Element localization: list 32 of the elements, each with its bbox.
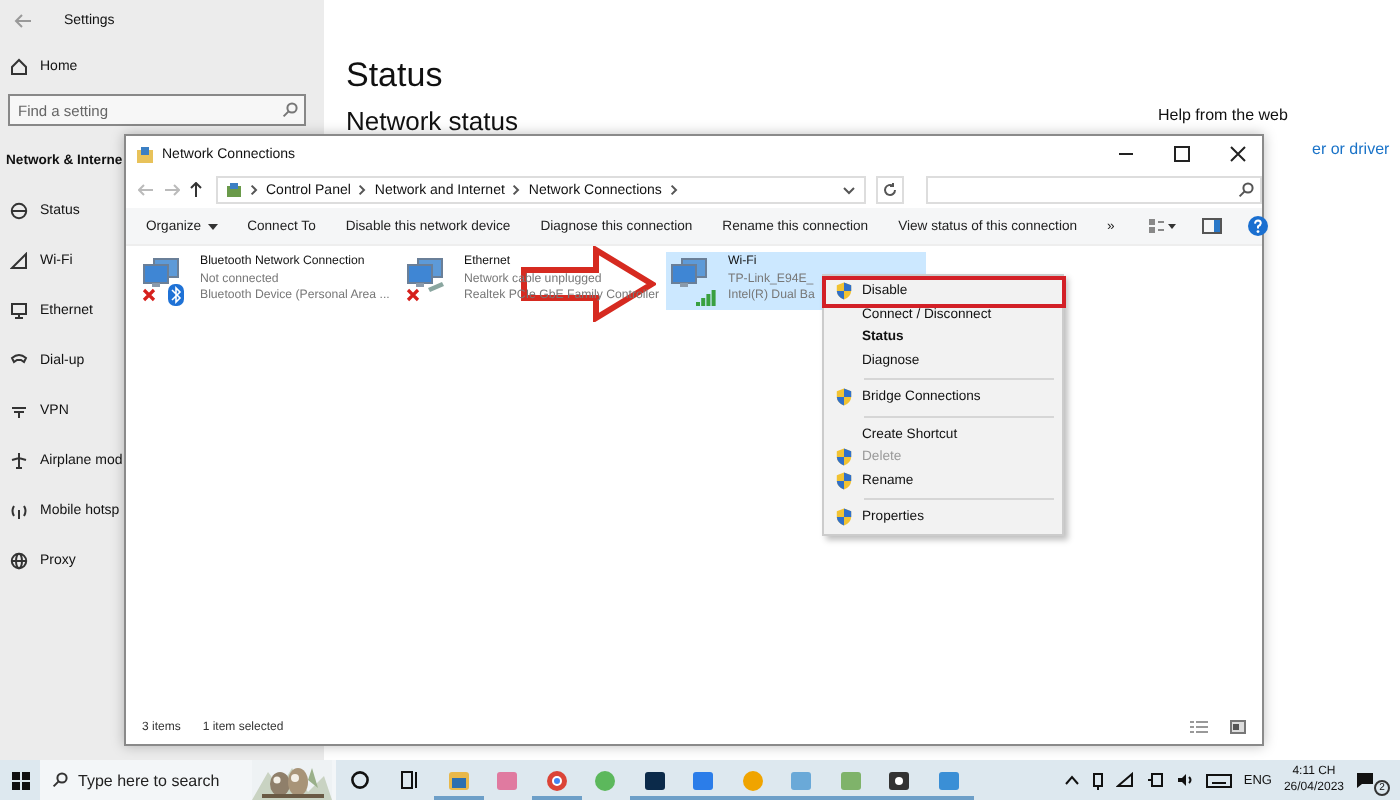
maximize-icon[interactable] (1174, 146, 1190, 162)
shield-icon (836, 282, 852, 301)
dropdown-caret-icon[interactable] (842, 185, 857, 195)
tiles-view-icon[interactable] (1230, 719, 1246, 737)
section-heading: Network status (346, 106, 520, 136)
refresh-icon[interactable] (882, 182, 899, 198)
help-link[interactable]: er or driver (1312, 140, 1390, 158)
chevron-right-icon[interactable] (358, 184, 367, 196)
network-icon[interactable] (1115, 772, 1134, 788)
shield-icon (836, 388, 852, 407)
network-folder-icon (136, 145, 154, 163)
shield-icon (836, 448, 852, 467)
home-icon (10, 57, 28, 75)
details-view-icon[interactable] (1190, 719, 1208, 737)
chevron-right-icon[interactable] (512, 184, 521, 196)
up-icon[interactable] (190, 182, 202, 198)
search-icon[interactable] (52, 772, 68, 788)
close-icon[interactable] (1230, 146, 1246, 162)
page-heading: Status (346, 56, 445, 96)
bluetooth-icon (168, 284, 184, 306)
control-panel-icon (226, 182, 242, 198)
help-heading: Help from the web (1158, 106, 1288, 124)
caret-icon[interactable] (207, 223, 218, 229)
speaker-icon[interactable] (1175, 772, 1194, 788)
chevron-right-icon[interactable] (250, 184, 258, 196)
shield-icon (836, 508, 852, 527)
notification-icon[interactable] (1356, 772, 1374, 788)
search-icon[interactable] (1238, 182, 1254, 198)
chevron-up-icon[interactable] (1063, 774, 1080, 786)
keyboard-icon[interactable] (1205, 773, 1232, 787)
shield-icon (836, 471, 852, 490)
chevron-right-icon[interactable] (669, 184, 678, 196)
